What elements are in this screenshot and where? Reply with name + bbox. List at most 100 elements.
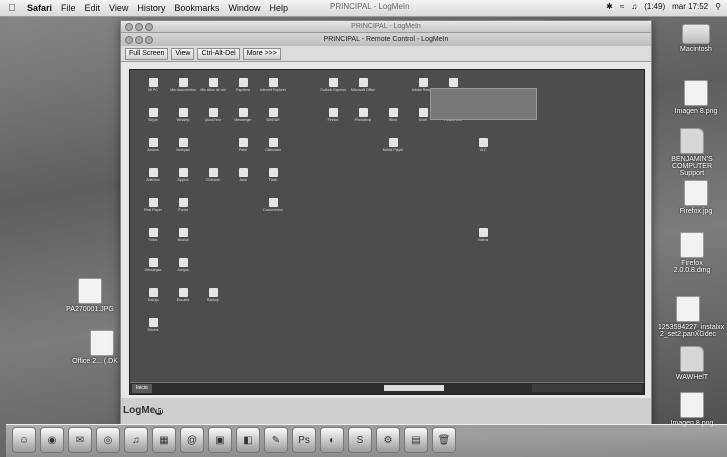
remote-taskbar-field[interactable] — [384, 385, 444, 391]
full-screen-button[interactable]: Full Screen — [125, 47, 169, 60]
remote-desktop-icon[interactable]: iTunes — [166, 198, 200, 212]
desktop-icon-install[interactable]: 1253594227_instalxx 2_set2.panXGdec — [658, 296, 724, 338]
remote-desktop-icon[interactable]: Escuela — [166, 288, 200, 302]
bluetooth-icon[interactable]: ✱ — [606, 2, 613, 11]
outer-title-bar[interactable]: PRINCIPAL - LogMeIn — [121, 21, 651, 32]
remote-desktop-icon[interactable]: Access — [136, 138, 170, 152]
sysprefs-icon[interactable]: ⚙ — [376, 427, 400, 453]
firefox-icon[interactable]: ◐ — [320, 427, 344, 453]
remote-popup-window[interactable] — [430, 88, 537, 120]
photoshop-icon[interactable]: Ps — [292, 427, 316, 453]
remote-system-tray[interactable] — [532, 384, 642, 392]
textedit-icon[interactable]: ✎ — [264, 427, 288, 453]
ical-icon[interactable]: ▦ — [152, 427, 176, 453]
minimize-icon[interactable] — [135, 23, 143, 31]
desktop-icon-macintosh[interactable]: Macintosh — [666, 24, 726, 53]
remote-desktop-icon[interactable]: Fotos — [136, 228, 170, 242]
preview-icon[interactable]: ◧ — [236, 427, 260, 453]
trash-icon[interactable]: 🗑 — [432, 427, 456, 453]
finder-icon[interactable]: ☺ — [12, 427, 36, 453]
remote-desktop-icon[interactable]: Documentos — [256, 198, 290, 212]
remote-desktop-icon[interactable]: Descargas — [136, 258, 170, 272]
desktop-icon-pa270001[interactable]: PA270001.JPG — [60, 278, 120, 313]
remote-desktop-icon[interactable]: Trabajo — [136, 288, 170, 302]
clock[interactable]: mar 17:52 — [672, 2, 708, 11]
remote-icon-label: Word — [388, 118, 398, 122]
remote-desktop-icon[interactable]: Skype — [136, 108, 170, 122]
itunes-icon[interactable]: ♫ — [124, 427, 148, 453]
remote-desktop-icon[interactable]: Papelera — [226, 78, 260, 92]
remote-desktop-icon[interactable]: Notepad — [166, 138, 200, 152]
apple-menu-icon[interactable]:  — [6, 3, 18, 14]
remote-desktop-icon[interactable]: Mis documentos — [166, 78, 200, 92]
document-icon — [676, 296, 700, 322]
minimize-icon[interactable] — [135, 36, 143, 44]
desktop-icon-firefox-dmg[interactable]: Firefox 2.0.0.8.dmg — [662, 232, 722, 274]
ctrl-alt-del-button[interactable]: Ctrl-Alt-Del — [197, 47, 240, 60]
folder-icon[interactable]: ▤ — [404, 427, 428, 453]
remote-desktop-icon[interactable]: Photoshop — [346, 108, 380, 122]
menu-bookmarks[interactable]: Bookmarks — [174, 3, 219, 13]
remote-desktop-icon[interactable]: CCleaner — [196, 168, 230, 182]
remote-desktop-icon[interactable]: Mi PC — [136, 78, 170, 92]
iphoto-icon[interactable]: ▣ — [208, 427, 232, 453]
remote-desktop-icon[interactable]: Java — [226, 168, 260, 182]
menu-window[interactable]: Window — [228, 3, 260, 13]
battery-icon[interactable]: (1:49) — [644, 2, 665, 11]
safari-icon[interactable]: ◎ — [96, 427, 120, 453]
desktop-icon-benjamin[interactable]: BENJAMIN'S COMPUTER Support — [662, 128, 722, 177]
remote-icon-label: Escuela — [176, 298, 190, 302]
remote-desktop-icon[interactable]: Videos — [466, 228, 500, 242]
desktop-icon-wawhelt[interactable]: WAWHelT — [662, 346, 722, 381]
inner-title-bar[interactable]: PRINCIPAL - Remote Control - LogMeIn — [121, 32, 651, 46]
addressbook-icon[interactable]: @ — [180, 427, 204, 453]
remote-desktop-icon[interactable]: Microsoft Office — [346, 78, 380, 92]
remote-desktop-icon[interactable]: QuickTime — [196, 108, 230, 122]
remote-desktop-icon[interactable]: Word — [376, 108, 410, 122]
desktop-icon-imagen-2[interactable]: Imagen 8.png — [662, 392, 722, 427]
spotlight-icon[interactable]: ⚲ — [715, 2, 721, 11]
desktop-icon-imagen[interactable]: Imagen 8.png — [666, 80, 726, 115]
close-icon[interactable] — [125, 36, 133, 44]
remote-desktop[interactable]: Mi PC Mis documentos Mis sitios de red Pape… — [129, 69, 645, 395]
menu-edit[interactable]: Edit — [85, 3, 101, 13]
wifi-icon[interactable]: ≈ — [620, 2, 624, 11]
view-button[interactable]: View — [171, 47, 195, 60]
remote-desktop-icon[interactable]: Flash — [256, 168, 290, 182]
remote-desktop-icon[interactable]: VLC — [466, 138, 500, 152]
remote-desktop-icon[interactable]: Backup — [196, 288, 230, 302]
remote-desktop-icon[interactable]: Calculator — [256, 138, 290, 152]
zoom-icon[interactable] — [145, 23, 153, 31]
remote-desktop-icon[interactable]: Messenger — [226, 108, 260, 122]
disk-image-icon — [680, 232, 704, 258]
remote-start-button[interactable]: Inicio — [132, 384, 152, 393]
dashboard-icon[interactable]: ◉ — [40, 427, 64, 453]
menu-help[interactable]: Help — [269, 3, 288, 13]
mail-icon[interactable]: ✉ — [68, 427, 92, 453]
volume-icon[interactable]: ♫ — [631, 2, 637, 11]
remote-icon-label: Java — [239, 178, 247, 182]
remote-desktop-icon[interactable]: Real Player — [136, 198, 170, 212]
remote-desktop-icon[interactable]: Juegos — [166, 258, 200, 272]
menu-safari[interactable]: Safari — [27, 3, 52, 13]
remote-desktop-icon[interactable]: Drivers — [136, 318, 170, 332]
remote-desktop-icon[interactable]: Internet Explorer — [256, 78, 290, 92]
menu-history[interactable]: History — [137, 3, 165, 13]
menu-view[interactable]: View — [109, 3, 128, 13]
remote-desktop-icon[interactable]: Antivirus — [136, 168, 170, 182]
more-button[interactable]: More >>> — [242, 47, 281, 60]
remote-desktop-icon[interactable]: Outlook Express — [316, 78, 350, 92]
remote-desktop-icon[interactable]: Musica — [166, 228, 200, 242]
menu-file[interactable]: File — [61, 3, 76, 13]
skype-icon[interactable]: S — [348, 427, 372, 453]
remote-desktop-icon[interactable]: WinRAR — [256, 108, 290, 122]
remote-desktop-icon[interactable]: Winamp — [166, 108, 200, 122]
close-icon[interactable] — [125, 23, 133, 31]
remote-desktop-icon[interactable]: Paint — [226, 138, 260, 152]
remote-desktop-icon[interactable]: Media Player — [376, 138, 410, 152]
desktop-icon-firefox-jpg[interactable]: Firefox.jpg — [666, 180, 726, 215]
remote-desktop-icon[interactable]: Spybot — [166, 168, 200, 182]
remote-desktop-icon[interactable]: Mis sitios de red — [196, 78, 230, 92]
zoom-icon[interactable] — [145, 36, 153, 44]
remote-desktop-icon[interactable]: Firefox — [316, 108, 350, 122]
